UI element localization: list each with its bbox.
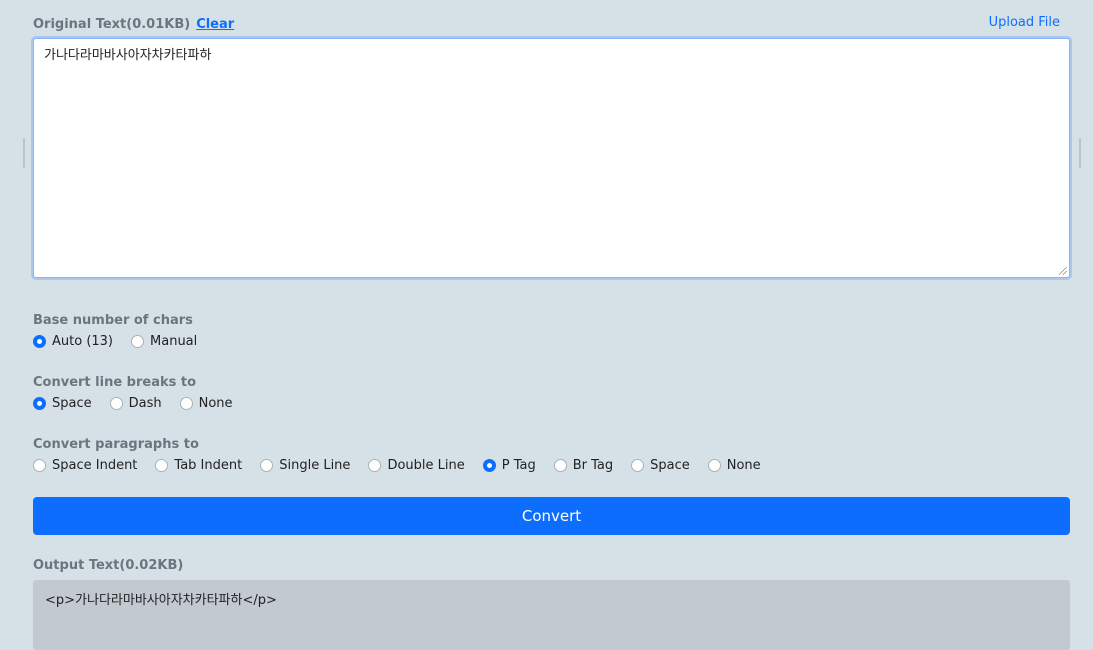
radio-button[interactable] xyxy=(553,459,567,472)
radio-option-tab-indent[interactable]: Tab Indent xyxy=(155,458,242,473)
radio-label: Dash xyxy=(128,396,162,411)
radio-option-p-tag[interactable]: P Tag xyxy=(482,458,536,473)
clear-link[interactable]: Clear xyxy=(196,17,234,32)
radio-label: Manual xyxy=(150,334,198,349)
radio-label: Space xyxy=(52,396,92,411)
line-breaks-label: Convert line breaks to xyxy=(33,375,197,390)
radio-button[interactable] xyxy=(482,459,496,472)
radio-option-space[interactable]: Space xyxy=(33,396,92,411)
radio-option-dash[interactable]: Dash xyxy=(109,396,162,411)
output-text-label: Output Text(0.02KB) xyxy=(33,558,184,573)
original-text-input[interactable]: 가나다라마바사아자차카타파하 xyxy=(33,38,1070,278)
left-resize-handle[interactable] xyxy=(23,138,25,168)
radio-button[interactable] xyxy=(368,459,382,472)
radio-option-none[interactable]: None xyxy=(707,458,761,473)
radio-button[interactable] xyxy=(631,459,645,472)
radio-option-manual[interactable]: Manual xyxy=(131,334,197,349)
paragraphs-group: Convert paragraphs to Space Indent Tab I… xyxy=(33,437,761,473)
radio-option-auto[interactable]: Auto (13) xyxy=(33,334,113,349)
upload-file-link[interactable]: Upload File xyxy=(989,15,1060,30)
output-text-area[interactable]: <p>가나다라마바사아자차카타파하</p> xyxy=(33,580,1070,650)
radio-label: Single Line xyxy=(279,458,351,473)
right-resize-handle[interactable] xyxy=(1079,138,1081,168)
radio-button[interactable] xyxy=(131,335,145,348)
radio-option-none[interactable]: None xyxy=(179,396,233,411)
radio-label: Space Indent xyxy=(52,458,138,473)
radio-option-double-line[interactable]: Double Line xyxy=(368,458,465,473)
paragraphs-options: Space Indent Tab Indent Single Line Doub… xyxy=(33,458,761,473)
radio-option-space[interactable]: Space xyxy=(631,458,690,473)
converter-panel: Original Text(0.01KB) Clear Upload File 가… xyxy=(33,0,1070,650)
base-chars-options: Auto (13) Manual xyxy=(33,334,197,349)
radio-label: None xyxy=(726,458,761,473)
radio-button[interactable] xyxy=(33,459,46,472)
radio-label: Tab Indent xyxy=(174,458,243,473)
textarea-resize-grip[interactable] xyxy=(1059,267,1067,275)
radio-option-br-tag[interactable]: Br Tag xyxy=(553,458,614,473)
radio-button[interactable] xyxy=(179,397,193,410)
radio-label: Auto (13) xyxy=(52,334,114,349)
radio-button[interactable] xyxy=(33,397,46,410)
radio-button[interactable] xyxy=(155,459,169,472)
line-breaks-options: Space Dash None xyxy=(33,396,233,411)
original-text-label: Original Text(0.01KB) Clear xyxy=(33,17,234,32)
output-text-value: <p>가나다라마바사아자차카타파하</p> xyxy=(45,593,277,608)
radio-button[interactable] xyxy=(33,335,46,348)
line-breaks-group: Convert line breaks to Space Dash None xyxy=(33,375,233,411)
paragraphs-label: Convert paragraphs to xyxy=(33,437,199,452)
radio-label: Br Tag xyxy=(572,458,614,473)
radio-label: P Tag xyxy=(501,458,536,473)
original-text-title: Original Text(0.01KB) xyxy=(33,17,191,32)
radio-option-space-indent[interactable]: Space Indent xyxy=(33,458,137,473)
radio-button[interactable] xyxy=(109,397,123,410)
convert-button[interactable]: Convert xyxy=(33,497,1070,535)
radio-button[interactable] xyxy=(707,459,721,472)
base-chars-label: Base number of chars xyxy=(33,313,193,328)
radio-option-single-line[interactable]: Single Line xyxy=(260,458,350,473)
input-header: Original Text(0.01KB) Clear Upload File xyxy=(33,0,1070,38)
radio-label: Space xyxy=(650,458,690,473)
original-text-value: 가나다라마바사아자차카타파하 xyxy=(44,48,212,63)
radio-label: Double Line xyxy=(387,458,465,473)
base-chars-group: Base number of chars Auto (13) Manual xyxy=(33,313,197,349)
radio-label: None xyxy=(198,396,233,411)
radio-button[interactable] xyxy=(260,459,274,472)
